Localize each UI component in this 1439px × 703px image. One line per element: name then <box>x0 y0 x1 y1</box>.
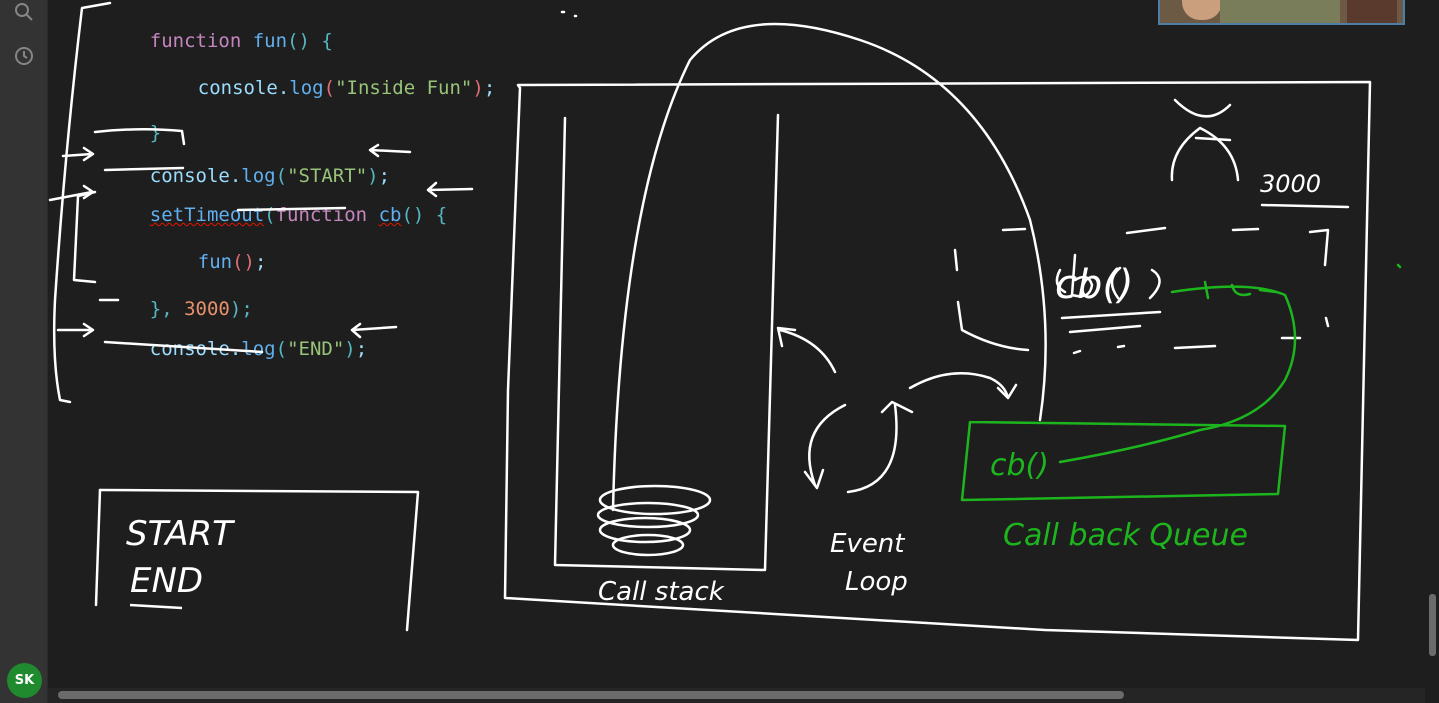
vertical-scrollbar[interactable] <box>1425 0 1439 688</box>
webcam-overlay <box>1158 0 1405 25</box>
activity-bar: SK <box>0 0 48 703</box>
clock-icon[interactable] <box>12 44 36 68</box>
horizontal-scrollbar-thumb[interactable] <box>58 691 1124 699</box>
code-line-8: console.log("END"); <box>149 338 368 360</box>
avatar[interactable]: SK <box>7 663 42 698</box>
vertical-scrollbar-thumb[interactable] <box>1429 594 1436 656</box>
search-icon[interactable] <box>12 0 36 24</box>
code-editor[interactable]: function fun() { console.log("Inside Fun… <box>48 0 1439 703</box>
code-line-2: console.log("Inside Fun"); <box>197 77 496 99</box>
